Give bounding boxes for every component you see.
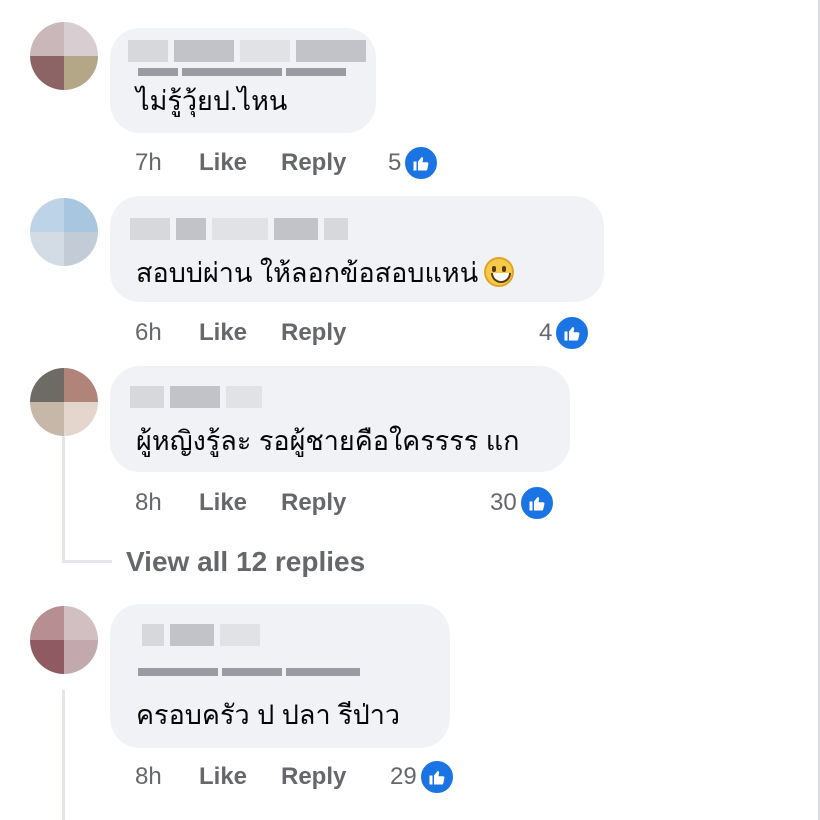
like-button[interactable]: Like <box>199 319 281 347</box>
thread-line <box>62 690 65 820</box>
comment-time[interactable]: 7h <box>135 149 199 177</box>
reply-button[interactable]: Reply <box>281 763 346 791</box>
previous-line-cutoff <box>138 668 360 676</box>
reaction-summary[interactable]: 4 <box>539 314 591 352</box>
author-name-redacted[interactable] <box>142 624 260 646</box>
author-name-redacted[interactable] <box>130 386 262 408</box>
comment-actions: 6h Like Reply <box>135 316 346 350</box>
view-all-replies-link[interactable]: View all 12 replies <box>126 546 365 578</box>
comment-time[interactable]: 6h <box>135 319 199 347</box>
avatar[interactable] <box>30 606 98 674</box>
avatar[interactable] <box>30 22 98 90</box>
reaction-summary[interactable]: 29 <box>390 758 455 796</box>
reaction-count: 30 <box>490 489 517 516</box>
reaction-count: 29 <box>390 763 417 790</box>
reaction-summary[interactable]: 5 <box>388 144 440 182</box>
like-button[interactable]: Like <box>199 489 281 517</box>
avatar[interactable] <box>30 368 98 436</box>
comment-bubble: สอบบ่ผ่าน ให้ลอกข้อสอบแหน่ <box>110 196 604 302</box>
reply-button[interactable]: Reply <box>281 149 346 177</box>
comment-actions: 7h Like Reply <box>135 146 346 180</box>
comment-time[interactable]: 8h <box>135 489 199 517</box>
grinning-face-icon <box>484 257 515 287</box>
comment-actions: 8h Like Reply <box>135 486 346 520</box>
reply-button[interactable]: Reply <box>281 489 346 517</box>
comment-bubble: ไม่รู้วุ้ยป.ไหน <box>110 28 376 133</box>
author-name-redacted[interactable] <box>128 40 366 62</box>
comment-bubble: ครอบครัว ป ปลา รีป่าว <box>110 604 450 748</box>
comment-text: ผู้หญิงรู้ละ รอผู้ชายคือใครรรร แก <box>136 426 520 456</box>
reaction-count: 4 <box>539 319 553 346</box>
thumbs-up-icon <box>554 315 591 351</box>
comment-text: ครอบครัว ป ปลา รีป่าว <box>136 700 401 730</box>
author-name-redacted[interactable] <box>130 218 348 240</box>
previous-line-cutoff <box>138 68 346 76</box>
thread-branch <box>62 560 112 563</box>
like-button[interactable]: Like <box>199 149 281 177</box>
comment-time[interactable]: 8h <box>135 763 199 791</box>
comment-text: ไม่รู้วุ้ยป.ไหน <box>136 86 288 116</box>
avatar[interactable] <box>30 198 98 266</box>
reaction-summary[interactable]: 30 <box>490 484 555 522</box>
like-button[interactable]: Like <box>199 763 281 791</box>
reply-button[interactable]: Reply <box>281 319 346 347</box>
comment-bubble: ผู้หญิงรู้ละ รอผู้ชายคือใครรรร แก <box>110 366 570 472</box>
reaction-count: 5 <box>388 149 402 176</box>
thumbs-up-icon <box>403 145 440 181</box>
comment-actions: 8h Like Reply <box>135 760 346 794</box>
comment-text-content: สอบบ่ผ่าน ให้ลอกข้อสอบแหน่ <box>136 258 479 288</box>
thumbs-up-icon <box>418 759 455 795</box>
thread-line <box>62 432 65 560</box>
comment-text: สอบบ่ผ่าน ให้ลอกข้อสอบแหน่ <box>136 256 515 290</box>
thumbs-up-icon <box>518 485 555 521</box>
